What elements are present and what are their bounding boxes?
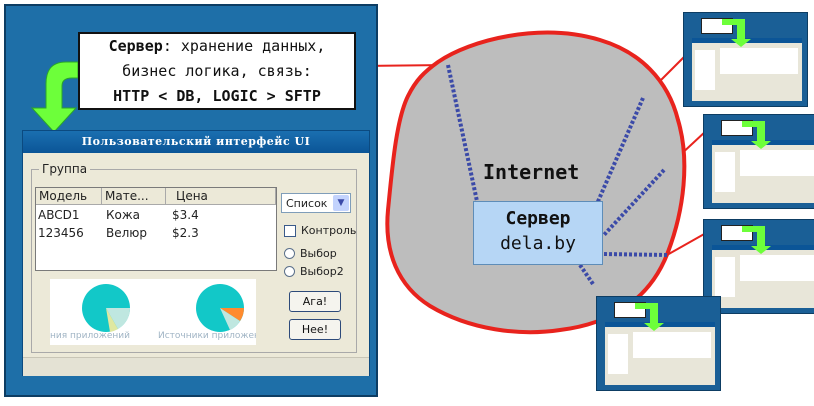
thumbnail-arrows [635,19,771,331]
